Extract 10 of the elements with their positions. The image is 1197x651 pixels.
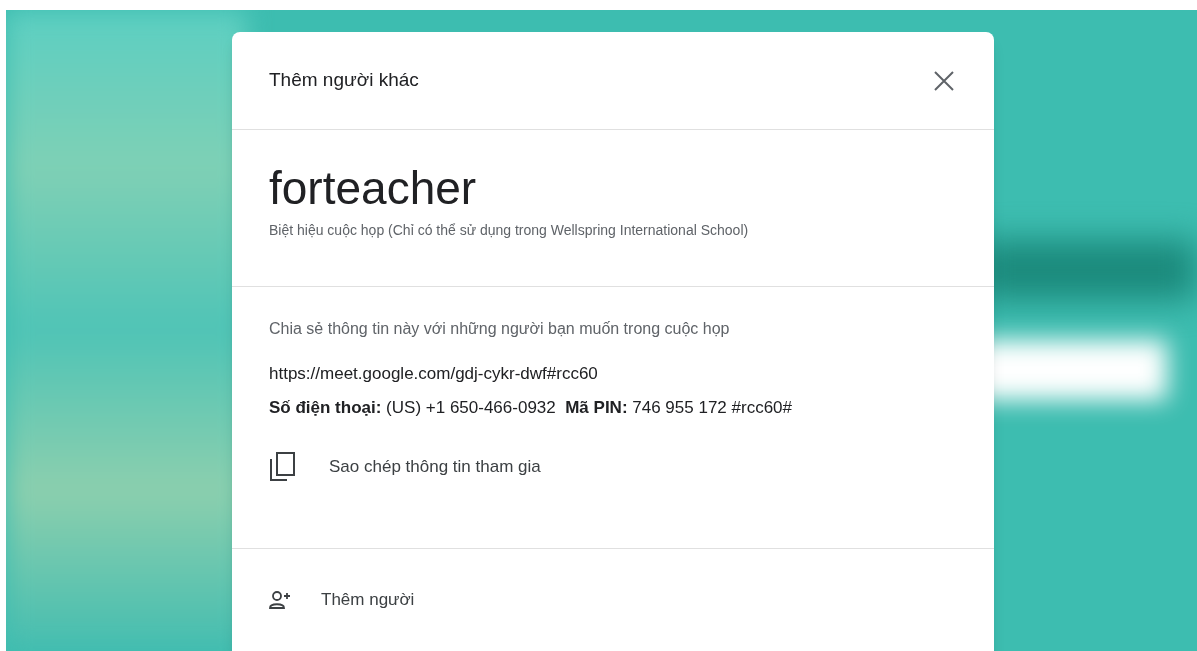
copy-icon: [269, 452, 295, 482]
add-people-button[interactable]: Thêm người: [269, 587, 415, 613]
close-icon: [933, 69, 955, 92]
nickname-note: Biệt hiệu cuộc họp (Chỉ có thể sử dụng trong Wellspring International School): [269, 221, 750, 240]
share-hint: Chia sẻ thông tin này với những người bạn muốn trong cuộc họp: [269, 319, 731, 339]
add-person-icon: [269, 590, 291, 610]
copy-info-button[interactable]: Sao chép thông tin tham gia: [269, 452, 541, 482]
dial-in-info: Số điện thoại: (US) +1 650-466-0932 Mã PIN: 746 955 172 #rcc60#: [269, 396, 793, 419]
dialog-title: Thêm người khác: [269, 68, 419, 93]
meeting-nickname: forteacher: [269, 161, 478, 216]
